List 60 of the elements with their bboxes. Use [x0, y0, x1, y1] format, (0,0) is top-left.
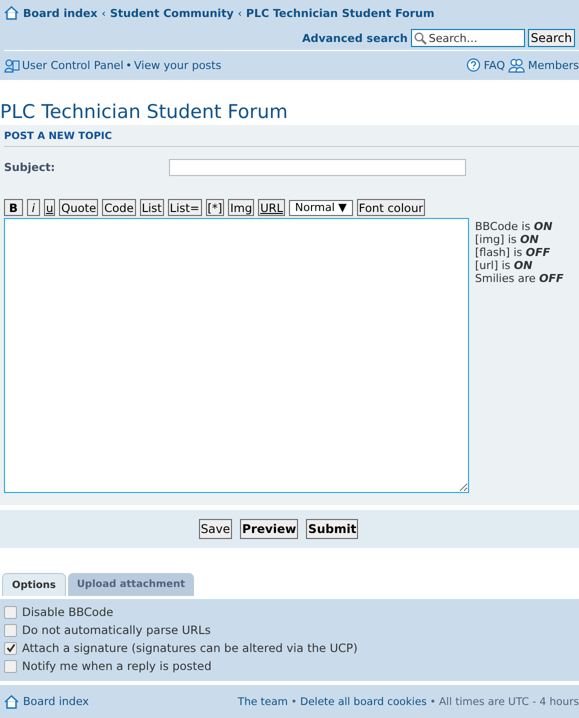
- checkbox[interactable]: [4, 660, 17, 672]
- option-label: Attach a signature (signatures can be altered via the UCP): [22, 641, 358, 655]
- checkbox[interactable]: [4, 624, 17, 636]
- footer-separator: •: [290, 696, 298, 708]
- action-button[interactable]: Submit: [306, 519, 358, 539]
- help-icon: [466, 58, 481, 72]
- message-field[interactable]: [4, 218, 469, 493]
- footer-link[interactable]: The team: [238, 696, 288, 708]
- nav-link[interactable]: Members: [528, 58, 579, 72]
- checkbox[interactable]: [4, 642, 17, 654]
- nav-link[interactable]: User Control Panel: [22, 58, 124, 72]
- format-button[interactable]: B: [4, 199, 23, 216]
- section-heading: POST A NEW TOPIC: [4, 131, 579, 147]
- footer-link[interactable]: Delete all board cookies: [300, 696, 427, 708]
- breadcrumb-link[interactable]: Student Community: [110, 6, 234, 20]
- home-icon: [4, 694, 19, 708]
- option-label: Disable BBCode: [22, 605, 114, 619]
- checkbox[interactable]: [4, 606, 17, 618]
- home-icon: [4, 6, 19, 20]
- timezone-text: All times are UTC - 4 hours: [438, 696, 579, 708]
- forum-title: PLC Technician Student Forum: [0, 100, 289, 125]
- format-button[interactable]: u: [44, 199, 56, 216]
- format-button[interactable]: List: [140, 199, 164, 216]
- search-icon: [414, 32, 427, 45]
- breadcrumb-separator: ‹: [102, 6, 106, 20]
- nav-separator: •: [126, 58, 132, 72]
- option-label: Do not automatically parse URLs: [22, 623, 211, 637]
- format-button[interactable]: Code: [102, 199, 136, 216]
- format-button[interactable]: i: [26, 199, 40, 216]
- action-button[interactable]: Preview: [240, 519, 298, 539]
- format-button[interactable]: Font colour: [356, 199, 426, 216]
- status-text: [flash] is OFF: [475, 246, 552, 259]
- format-button[interactable]: Img: [228, 199, 254, 216]
- users-icon: [508, 58, 526, 72]
- footer-link[interactable]: Board index: [23, 695, 89, 708]
- action-button[interactable]: Save: [198, 519, 232, 539]
- status-text: Smilies are OFF: [475, 272, 564, 285]
- format-button[interactable]: [*]: [206, 199, 224, 216]
- breadcrumb-separator: ‹: [238, 6, 242, 20]
- nav-link[interactable]: View your posts: [134, 58, 222, 72]
- nav-link[interactable]: FAQ: [484, 58, 506, 72]
- breadcrumb-link[interactable]: PLC Technician Student Forum: [246, 6, 434, 20]
- status-text: BBCode is ON: [475, 220, 554, 233]
- format-button[interactable]: Normal ▼: [289, 200, 353, 216]
- footer-separator: •: [430, 696, 436, 708]
- user-card-icon: [4, 58, 20, 72]
- status-text: [img] is ON: [475, 233, 540, 246]
- search-button[interactable]: Search: [528, 29, 575, 47]
- format-button[interactable]: URL: [258, 199, 286, 216]
- subject-label: Subject:: [4, 161, 56, 174]
- status-text: [url] is ON: [475, 259, 534, 272]
- tab[interactable]: Upload attachment: [68, 573, 194, 596]
- format-button[interactable]: Quote: [59, 199, 98, 216]
- format-button[interactable]: List=: [168, 199, 202, 216]
- breadcrumb-link[interactable]: Board index: [23, 6, 98, 20]
- advanced-search-link[interactable]: Advanced search: [302, 32, 408, 44]
- tab[interactable]: Options: [2, 573, 66, 596]
- search-field[interactable]: Search…: [410, 29, 525, 47]
- option-label: Notify me when a reply is posted: [22, 659, 212, 673]
- subject-field[interactable]: [169, 159, 466, 176]
